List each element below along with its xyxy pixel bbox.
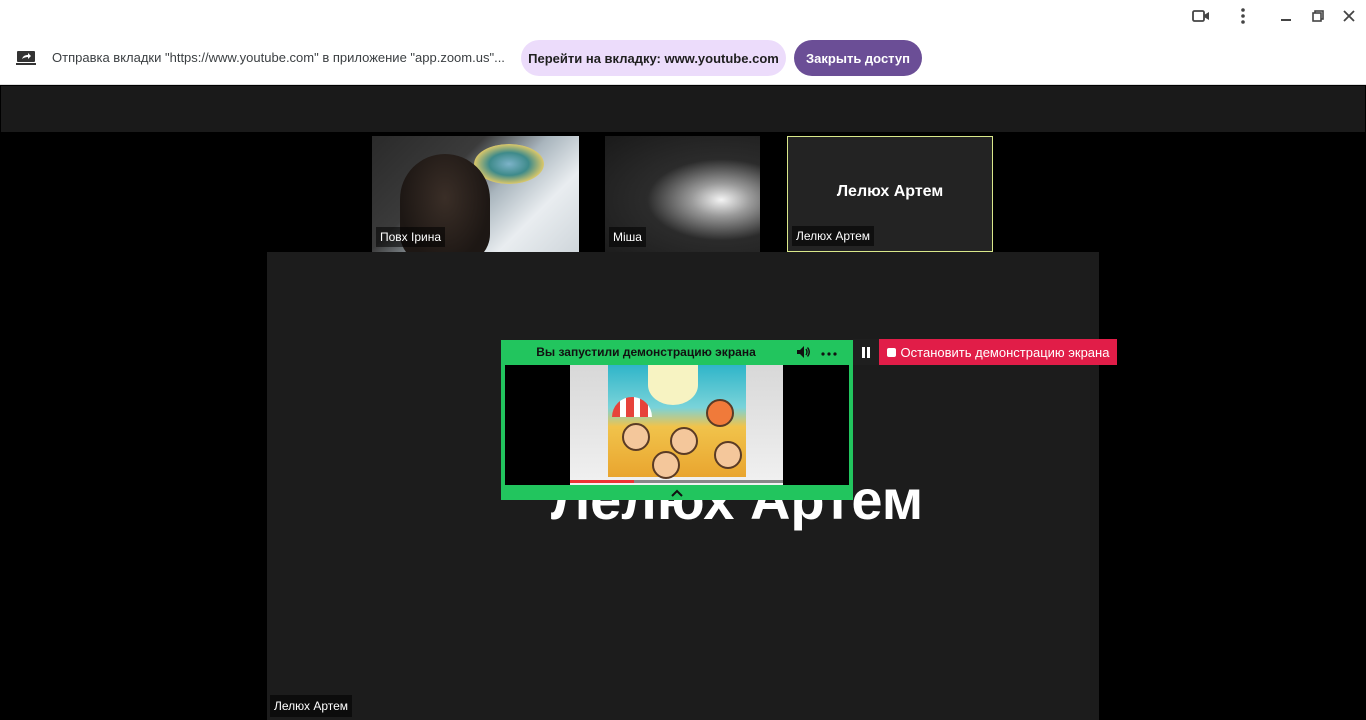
minimize-icon[interactable] <box>1275 6 1297 26</box>
share-status-text: Отправка вкладки "https://www.youtube.co… <box>52 50 505 65</box>
share-preview-panel[interactable]: Вы запустили демонстрацию экрана <box>501 340 853 500</box>
restore-icon[interactable] <box>1307 6 1329 26</box>
pause-share-button[interactable] <box>853 339 879 365</box>
participant-name: Лелюх Артем <box>792 226 875 246</box>
youtube-video-thumbnail <box>570 365 783 485</box>
volume-icon[interactable] <box>795 344 811 360</box>
close-icon[interactable] <box>1338 6 1360 26</box>
cartoon-beach-image <box>608 365 746 479</box>
participant-tile[interactable]: Повх Ірина <box>372 136 579 252</box>
shared-tab-preview <box>505 365 849 485</box>
participant-tile-active[interactable]: Лелюх Артем Лелюх Артем <box>787 136 993 252</box>
more-options-icon[interactable] <box>819 344 839 360</box>
participant-display-name: Лелюх Артем <box>836 183 944 200</box>
speaker-name-label: Лелюх Артем <box>270 695 353 717</box>
video-progress-bar <box>570 480 783 483</box>
stop-share-label: Остановить демонстрацию экрана <box>900 344 1110 360</box>
pause-icon <box>862 346 870 358</box>
share-banner: Отправка вкладки "https://www.youtube.co… <box>0 0 1366 85</box>
share-panel-title: Вы запустили демонстрацию экрана <box>536 345 756 359</box>
participant-name: Міша <box>609 227 646 247</box>
meeting-toolbar-area <box>1 86 1365 132</box>
participant-tile[interactable]: Міша <box>605 136 760 252</box>
participant-name: Повх Ірина <box>376 227 446 247</box>
chevron-up-icon[interactable] <box>669 486 685 498</box>
stop-access-button[interactable]: Закрыть доступ <box>794 40 922 76</box>
stop-share-button[interactable]: Остановить демонстрацию экрана <box>879 339 1117 365</box>
screen-share-icon <box>16 50 36 66</box>
stop-icon <box>886 347 896 357</box>
goto-tab-button[interactable]: Перейти на вкладку: www.youtube.com <box>521 40 786 76</box>
more-vert-icon[interactable] <box>1232 6 1254 26</box>
camera-icon[interactable] <box>1190 6 1212 26</box>
